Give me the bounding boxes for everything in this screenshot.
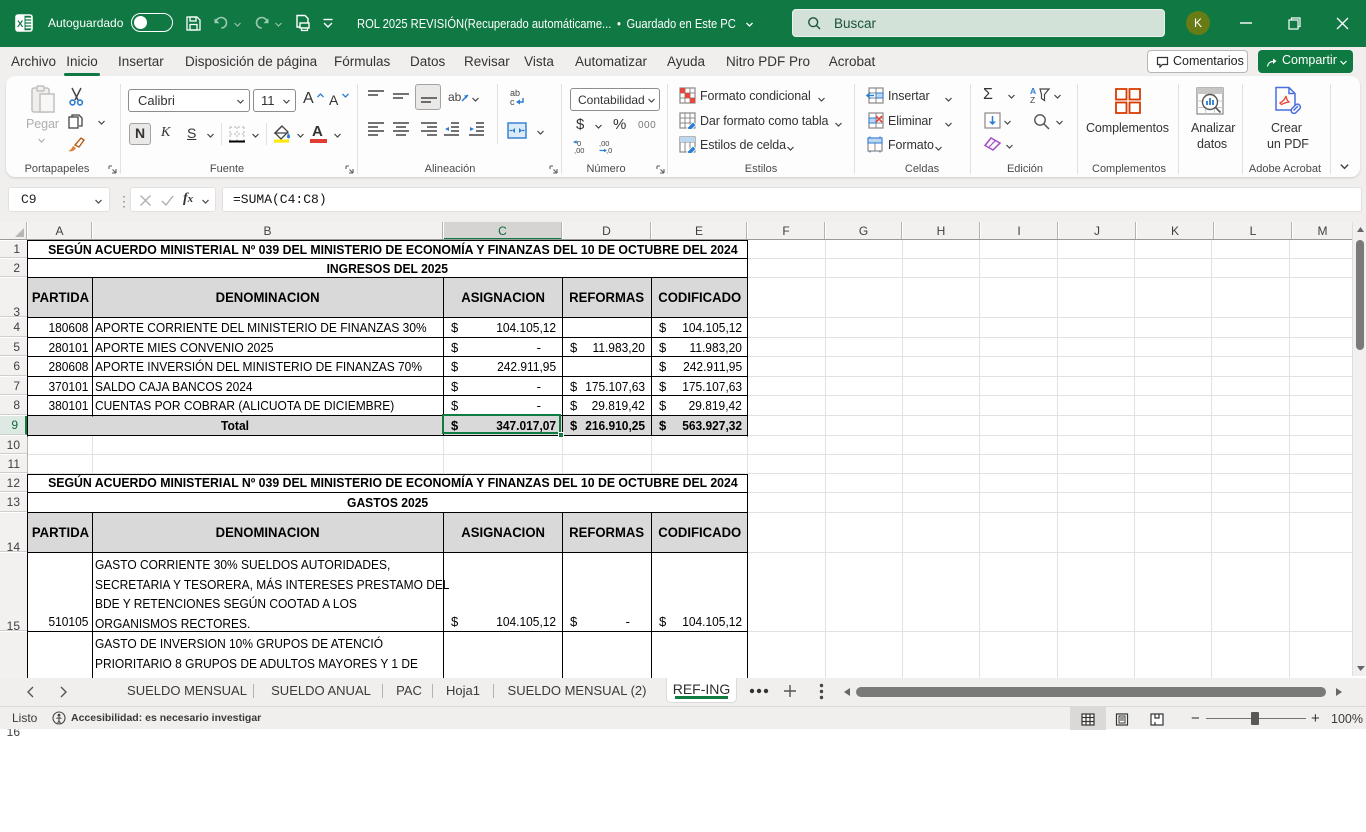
- svg-text:c: c: [510, 97, 515, 107]
- svg-text:ab: ab: [448, 90, 462, 104]
- svg-text:X: X: [17, 19, 24, 30]
- svg-text:,00: ,00: [574, 146, 584, 154]
- svg-text:,0: ,0: [606, 146, 612, 154]
- svg-text:Z: Z: [1030, 95, 1035, 105]
